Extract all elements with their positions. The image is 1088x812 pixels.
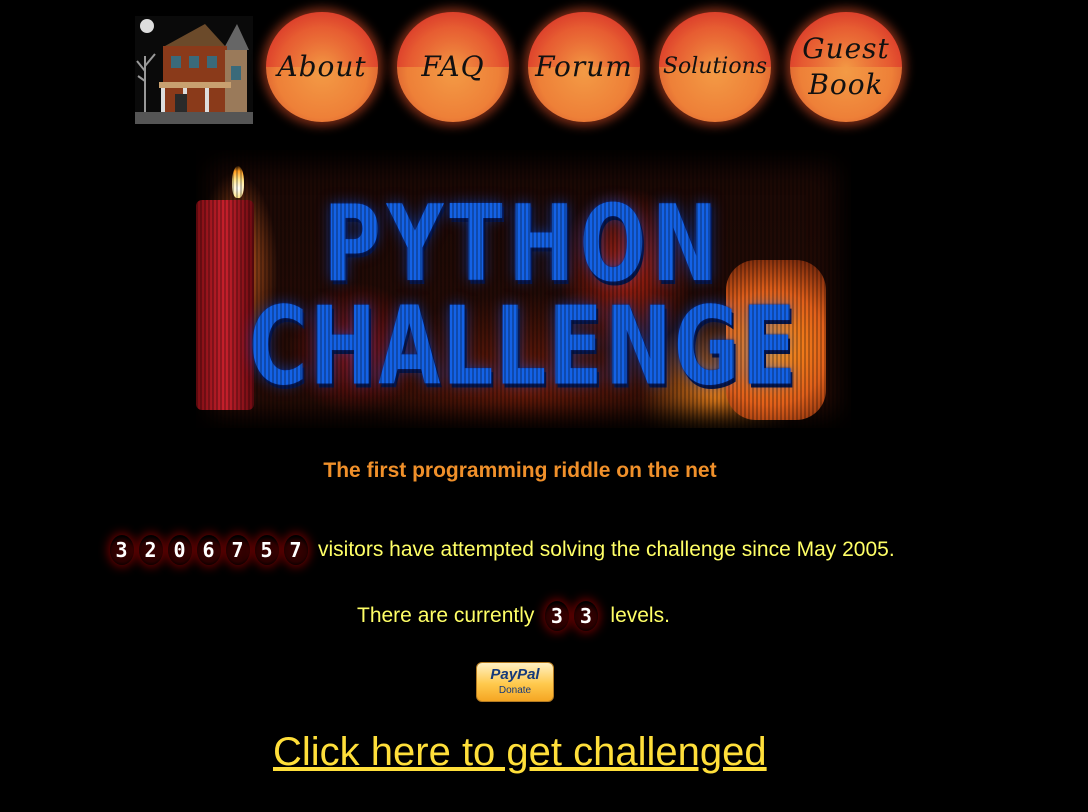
counter-digit: 7 bbox=[283, 535, 308, 565]
nav-solutions-label: Solutions bbox=[662, 54, 768, 79]
nav-solutions-button[interactable]: Solutions bbox=[659, 12, 771, 122]
counter-digit: 0 bbox=[167, 535, 192, 565]
nav-faq-label: FAQ bbox=[421, 50, 485, 83]
counter-digit: 5 bbox=[254, 535, 279, 565]
get-challenged-link[interactable]: Click here to get challenged bbox=[273, 730, 767, 775]
banner-title-line2: CHALLENGE bbox=[248, 283, 799, 410]
counter-digit: 3 bbox=[109, 535, 134, 565]
counter-digit: 6 bbox=[196, 535, 221, 565]
levels-prefix: There are currently bbox=[357, 604, 535, 627]
counter-digit: 7 bbox=[225, 535, 250, 565]
nav-forum-label: Forum bbox=[535, 50, 633, 83]
nav-about-label: About bbox=[277, 50, 367, 83]
level-digit: 3 bbox=[544, 601, 569, 631]
paypal-logo: PayPal bbox=[490, 666, 540, 683]
tagline: The first programming riddle on the net bbox=[323, 459, 717, 482]
nav-guestbook-line1: Guest bbox=[802, 32, 890, 65]
nav-guestbook-label: Guest Book bbox=[802, 31, 890, 103]
nav-forum-button[interactable]: Forum bbox=[528, 12, 640, 122]
nav-faq-button[interactable]: FAQ bbox=[397, 12, 509, 122]
counter-digit: 2 bbox=[138, 535, 163, 565]
paypal-donate-button[interactable]: PayPal Donate bbox=[476, 662, 554, 702]
nav-about-button[interactable]: About bbox=[266, 12, 378, 122]
visitor-counter: 3 2 0 6 7 5 7 bbox=[107, 535, 310, 565]
python-challenge-banner: PYTHON CHALLENGE bbox=[196, 150, 851, 428]
paypal-donate-label: Donate bbox=[498, 685, 532, 696]
visitor-counter-line: 3 2 0 6 7 5 7 visitors have attempted so… bbox=[107, 534, 895, 566]
nav-guestbook-line2: Book bbox=[808, 68, 884, 101]
level-digit: 3 bbox=[573, 601, 598, 631]
levels-suffix: levels. bbox=[610, 604, 670, 627]
haunted-house-logo bbox=[135, 16, 253, 124]
levels-counter: 3 3 bbox=[542, 601, 600, 631]
nav-guestbook-button[interactable]: Guest Book bbox=[790, 12, 902, 122]
visitors-text: visitors have attempted solving the chal… bbox=[318, 538, 895, 561]
levels-line: There are currently 3 3 levels. bbox=[357, 600, 670, 632]
